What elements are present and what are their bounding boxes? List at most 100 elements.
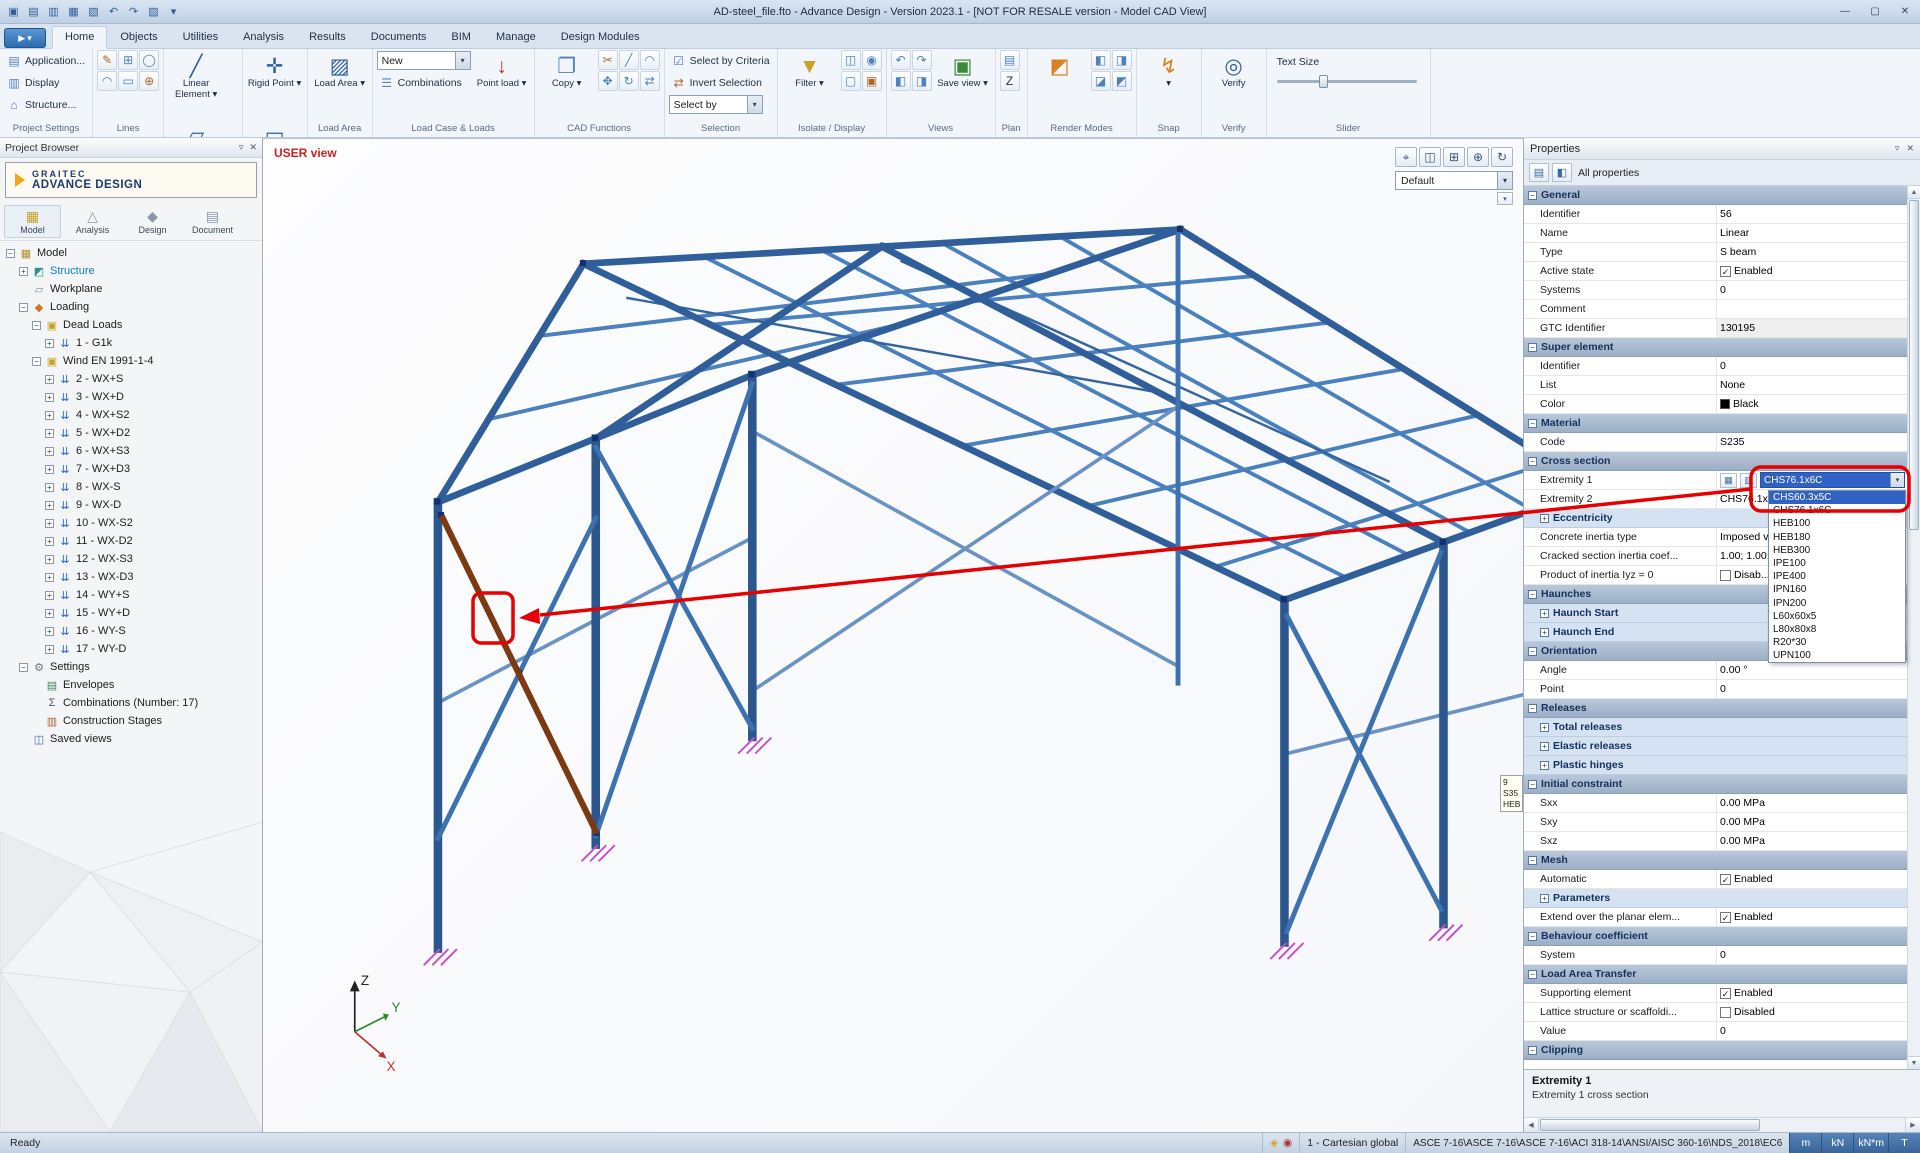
tab-documents[interactable]: Documents	[359, 27, 439, 48]
tab-objects[interactable]: Objects	[108, 27, 169, 48]
realistic-mode-icon[interactable]: ◩	[1112, 71, 1132, 91]
cross-section-combo[interactable]: CHS76.1x6C▾	[1760, 472, 1905, 488]
extend-icon[interactable]: ╱	[619, 50, 639, 70]
tree-item-13-wx-d3[interactable]: +⇊13 - WX-D3	[0, 568, 262, 586]
properties-horizontal-scrollbar[interactable]: ◀ ▶	[1524, 1117, 1920, 1132]
slider-thumb[interactable]	[1319, 75, 1328, 88]
viewport[interactable]: Z X Y USER view ⌖◫⊞⊕↻ Default ▾ ▾ 9 S35 …	[263, 138, 1523, 1132]
dropdown-item-chs76-1x6c[interactable]: CHS76.1x6C	[1769, 504, 1905, 517]
fillet-icon[interactable]: ◠	[640, 50, 660, 70]
preview-icon[interactable]: ▨	[144, 3, 163, 21]
expand-icon[interactable]: +	[19, 267, 28, 276]
checkbox-icon[interactable]: ✓	[1720, 266, 1731, 277]
collapse-icon[interactable]: −	[1528, 856, 1537, 865]
view-preset-combo[interactable]: Default ▾	[1395, 171, 1513, 190]
dropdown-item-l60x60x5[interactable]: L60x60x5	[1769, 610, 1905, 623]
scrollbar-thumb[interactable]	[1540, 1119, 1760, 1131]
checkbox-icon[interactable]: ✓	[1720, 988, 1731, 999]
isolate-selection-button[interactable]: ◫	[1419, 147, 1441, 167]
unit-t[interactable]: T	[1888, 1133, 1920, 1153]
save-view-button[interactable]: ▣Save view ▾	[935, 50, 991, 118]
expand-icon[interactable]: +	[1540, 894, 1549, 903]
section-mesh[interactable]: −Mesh	[1524, 851, 1908, 870]
tree-item-1-g1k[interactable]: +⇊1 - G1k	[0, 334, 262, 352]
draw-line-icon[interactable]: ✎	[97, 50, 117, 70]
copy-button[interactable]: ❐Copy ▾	[539, 50, 595, 118]
save-all-icon[interactable]: ▦	[64, 3, 83, 21]
collapse-icon[interactable]: −	[19, 663, 28, 672]
section-catalog-icon[interactable]: ▦	[1720, 473, 1737, 488]
expand-icon[interactable]: +	[45, 447, 54, 456]
expand-icon[interactable]: +	[45, 393, 54, 402]
hide-icon[interactable]: ▢	[841, 71, 861, 91]
subsection-total-releases[interactable]: +Total releases	[1524, 718, 1908, 737]
isolate-icon[interactable]: ◫	[841, 50, 861, 70]
collapse-icon[interactable]: −	[1528, 1046, 1537, 1055]
expand-icon[interactable]: +	[1540, 628, 1549, 637]
dropdown-item-upn100[interactable]: UPN100	[1769, 649, 1905, 662]
dropdown-item-ipe100[interactable]: IPE100	[1769, 557, 1905, 570]
tab-home[interactable]: Home	[52, 26, 107, 49]
tree-item-combinations-number-17[interactable]: ΣCombinations (Number: 17)	[0, 694, 262, 712]
expand-icon[interactable]: +	[45, 483, 54, 492]
render-mode-button[interactable]: ◩	[1032, 50, 1088, 118]
undo-icon[interactable]: ↶	[104, 3, 123, 21]
collapse-icon[interactable]: −	[1528, 419, 1537, 428]
property-value[interactable]: ✓Enabled	[1716, 908, 1908, 926]
save-icon[interactable]: ▥	[44, 3, 63, 21]
expand-icon[interactable]: +	[1540, 723, 1549, 732]
scroll-right-icon[interactable]: ▶	[1905, 1118, 1920, 1132]
expand-icon[interactable]: +	[45, 375, 54, 384]
tree-item-envelopes[interactable]: ▤Envelopes	[0, 676, 262, 694]
arc-icon[interactable]: ◠	[97, 71, 117, 91]
expand-icon[interactable]: +	[1540, 609, 1549, 618]
dropdown-item-l80x80x8[interactable]: L80x80x8	[1769, 623, 1905, 636]
collapse-icon[interactable]: −	[1528, 780, 1537, 789]
subsection-plastic-hinges[interactable]: +Plastic hinges	[1524, 756, 1908, 775]
section-initial-constraint[interactable]: −Initial constraint	[1524, 775, 1908, 794]
close-button[interactable]: ✕	[1890, 2, 1920, 21]
collapse-icon[interactable]: −	[1528, 343, 1537, 352]
section-load-area-transfer[interactable]: −Load Area Transfer	[1524, 965, 1908, 984]
tree-item-10-wx-s2[interactable]: +⇊10 - WX-S2	[0, 514, 262, 532]
z-plane-icon[interactable]: Z	[1000, 71, 1020, 91]
dropdown-item-heb300[interactable]: HEB300	[1769, 544, 1905, 557]
tree-item-17-wy-d[interactable]: +⇊17 - WY-D	[0, 640, 262, 658]
invert-selection-button[interactable]: ⇄Invert Selection	[669, 72, 773, 93]
expand-icon[interactable]: +	[45, 429, 54, 438]
previous-view-icon[interactable]: ↶	[891, 50, 911, 70]
property-value[interactable]: 0	[1716, 680, 1908, 698]
expand-icon[interactable]: +	[45, 411, 54, 420]
property-value[interactable]: ✓Enabled	[1716, 984, 1908, 1002]
status-coordinate-system[interactable]: 1 - Cartesian global	[1299, 1133, 1405, 1153]
zoom-extents-button[interactable]: ⌖	[1395, 147, 1417, 167]
display-options-icon[interactable]: ◉	[862, 50, 882, 70]
browser-tab-model[interactable]: ▦Model	[4, 205, 61, 238]
expand-icon[interactable]: +	[45, 339, 54, 348]
tab-results[interactable]: Results	[297, 27, 358, 48]
pin-icon[interactable]: ▿	[239, 142, 244, 153]
tree-item-14-wy-s[interactable]: +⇊14 - WY+S	[0, 586, 262, 604]
expand-icon[interactable]: +	[45, 555, 54, 564]
tree-item-model[interactable]: −▦Model	[0, 244, 262, 262]
scroll-left-icon[interactable]: ◀	[1524, 1118, 1539, 1132]
tree-item-9-wx-d[interactable]: +⇊9 - WX-D	[0, 496, 262, 514]
scrollbar-thumb[interactable]	[1909, 200, 1919, 530]
property-value[interactable]: 0	[1716, 281, 1908, 299]
collapse-icon[interactable]: −	[19, 303, 28, 312]
trim-icon[interactable]: ✂	[598, 50, 618, 70]
property-value[interactable]: 0.00 MPa	[1716, 832, 1908, 850]
snap-modes-button[interactable]: ↯ ▾	[1141, 50, 1197, 118]
property-pages-icon[interactable]: ▤	[1529, 163, 1549, 182]
tree-item-structure[interactable]: +◩Structure	[0, 262, 262, 280]
tab-utilities[interactable]: Utilities	[171, 27, 230, 48]
checkbox-icon[interactable]	[1720, 570, 1731, 581]
property-value[interactable]: 0	[1716, 1022, 1908, 1040]
collapse-icon[interactable]: −	[6, 249, 15, 258]
scroll-down-icon[interactable]: ▼	[1908, 1056, 1920, 1069]
redo-icon[interactable]: ↷	[124, 3, 143, 21]
hidden-line-mode-icon[interactable]: ◪	[1091, 71, 1111, 91]
dropdown-item-heb180[interactable]: HEB180	[1769, 531, 1905, 544]
section-cross-section[interactable]: −Cross section	[1524, 452, 1908, 471]
tree-item-settings[interactable]: −⚙Settings	[0, 658, 262, 676]
